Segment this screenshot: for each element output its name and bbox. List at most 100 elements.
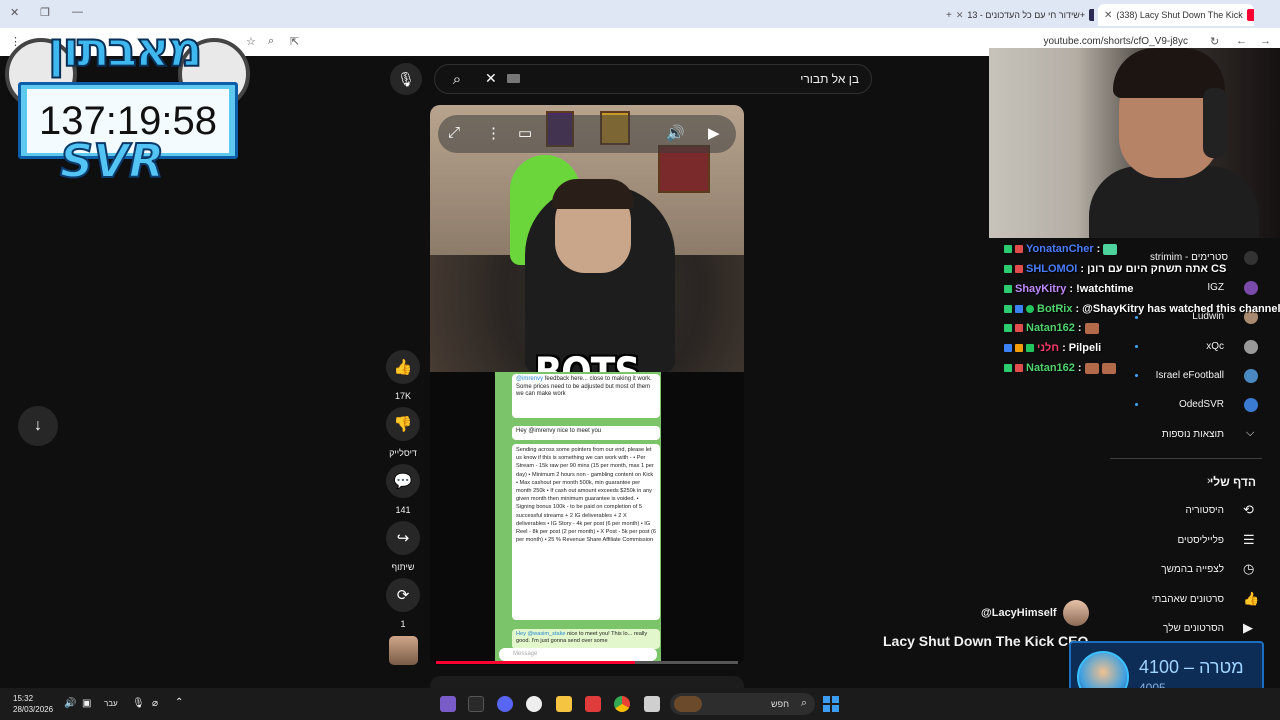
live-dot bbox=[1135, 403, 1138, 406]
show-more-button[interactable]: תוצאות נוספות bbox=[1162, 429, 1224, 440]
close-tab-icon[interactable]: ✕ bbox=[956, 10, 964, 21]
chat-bubble: Hey @imrenvy nice to meet you bbox=[512, 426, 660, 440]
like-icon[interactable]: 👍 bbox=[386, 350, 420, 384]
sidebar-item-liked[interactable]: סרטונים שאהבתי bbox=[1152, 594, 1224, 605]
restore-window-icon[interactable]: ❐ bbox=[40, 6, 50, 19]
more-options-icon[interactable]: ⋮ bbox=[486, 124, 501, 142]
play-icon[interactable]: ▶ bbox=[708, 124, 720, 142]
language-indicator[interactable]: עבר bbox=[104, 699, 118, 708]
channel-avatar bbox=[1244, 340, 1258, 354]
comments-button[interactable]: 💬 141 bbox=[386, 464, 420, 515]
taskbar-time[interactable]: 15:32 bbox=[13, 694, 33, 703]
channel-row[interactable]: @LacyHimself bbox=[981, 600, 1089, 626]
mic-tray-icon[interactable]: 🎙 bbox=[132, 698, 145, 709]
progress-fill bbox=[436, 661, 636, 664]
channel-avatar[interactable] bbox=[1062, 600, 1089, 626]
kick-badge-icon bbox=[1004, 305, 1012, 313]
sidebar-item-history[interactable]: היסטוריה bbox=[1186, 505, 1225, 516]
sidebar-item-playlists[interactable]: פלייליסטים bbox=[1177, 535, 1224, 546]
windows-start-icon[interactable] bbox=[823, 696, 839, 712]
sidebar-item-odedsvr[interactable]: OdedSVR bbox=[1179, 399, 1224, 410]
tab-live[interactable]: + ✕ שידור חי עם כל העדכונים - 13+ bbox=[940, 4, 1094, 26]
share-icon[interactable]: ↪ bbox=[386, 521, 420, 555]
close-tab-icon[interactable]: ✕ bbox=[1104, 10, 1112, 21]
kick-badge-icon bbox=[1004, 245, 1012, 253]
next-short-button[interactable]: ↓ bbox=[18, 406, 58, 446]
tab-title: שידור חי עם כל העדכונים - 13+ bbox=[967, 10, 1086, 20]
close-window-icon[interactable]: ✕ bbox=[10, 6, 19, 19]
share-label: שיתוף bbox=[391, 562, 415, 572]
sidebar-item-strimim[interactable]: strimim - סטרימים bbox=[1150, 252, 1228, 263]
channel-avatar bbox=[1244, 398, 1258, 412]
discord-icon[interactable] bbox=[497, 696, 513, 712]
search-box[interactable]: ⌕ ✕ בן אל תבורי bbox=[434, 64, 872, 94]
calculator-icon[interactable] bbox=[440, 696, 456, 712]
tray-chevron-up-icon[interactable]: ⌃ bbox=[175, 697, 183, 708]
youtube-icon bbox=[1246, 9, 1254, 21]
zoom-icon[interactable]: ⌕ bbox=[268, 35, 274, 48]
gem-badge-icon bbox=[1004, 344, 1012, 352]
message-field: Message bbox=[499, 648, 657, 661]
dislike-icon[interactable]: 👎 bbox=[386, 407, 420, 441]
network-icon[interactable]: ⌀ bbox=[152, 698, 158, 709]
file-explorer-icon[interactable] bbox=[556, 696, 572, 712]
keyboard-icon[interactable] bbox=[507, 74, 520, 83]
sidebar-item-watch-later[interactable]: לצפייה בהמשך bbox=[1161, 564, 1224, 575]
window-app-icon[interactable] bbox=[644, 696, 660, 712]
sidebar-you-header[interactable]: הדף שלי bbox=[1210, 475, 1256, 489]
comment-icon[interactable]: 💬 bbox=[386, 464, 420, 498]
video-progress-bar[interactable] bbox=[436, 661, 738, 664]
headset-graphic bbox=[1203, 88, 1227, 158]
video-frame: ⤢ ⋮ ▭ 🔊 ▶ bbox=[430, 105, 744, 372]
terminal-icon[interactable] bbox=[468, 696, 484, 712]
forward-icon[interactable]: → bbox=[1260, 35, 1271, 47]
remix-button[interactable]: ⟳ 1 bbox=[386, 578, 420, 629]
volume-icon[interactable]: 🔊 bbox=[666, 124, 685, 142]
app-icon[interactable] bbox=[585, 696, 601, 712]
bookmark-star-icon[interactable]: ☆ bbox=[246, 35, 256, 48]
rocket-badge-icon bbox=[1015, 344, 1023, 352]
live-dot bbox=[1135, 345, 1138, 348]
chevron-down-icon[interactable]: ⌵ bbox=[1246, 427, 1254, 440]
share-page-icon[interactable]: ⇱ bbox=[290, 35, 299, 48]
chrome-icon[interactable] bbox=[614, 696, 630, 712]
media-player-icon[interactable] bbox=[526, 696, 542, 712]
emote-icon bbox=[1084, 362, 1099, 374]
sidebar-item-xqc[interactable]: xQc bbox=[1206, 341, 1224, 352]
display-icon[interactable]: ▣ bbox=[82, 698, 91, 709]
chat-message: ShayKitry : !watchtime bbox=[1004, 283, 1134, 295]
taskbar-date[interactable]: 28/03/2026 bbox=[13, 705, 53, 714]
captions-icon[interactable]: ▭ bbox=[518, 124, 532, 142]
chat-bubble: Sending across some pointers from our en… bbox=[512, 444, 660, 620]
fullscreen-icon[interactable]: ⤢ bbox=[448, 124, 460, 141]
site-favicon-icon bbox=[1089, 9, 1094, 21]
sidebar-item-igz[interactable]: IGZ bbox=[1207, 282, 1224, 293]
search-input[interactable]: בן אל תבורי bbox=[800, 72, 859, 86]
url-text[interactable]: youtube.com/shorts/cfO_V9-j8yc bbox=[1043, 36, 1188, 47]
remix-icon[interactable]: ⟳ bbox=[386, 578, 420, 612]
like-button[interactable]: 👍 17K bbox=[386, 350, 420, 401]
kick-badge-icon bbox=[1004, 265, 1012, 273]
search-button[interactable]: ⌕ bbox=[435, 65, 479, 93]
sidebar-item-israel-efootball[interactable]: Israel eFootball bbox=[1156, 370, 1224, 381]
audio-avatar[interactable] bbox=[389, 636, 418, 665]
voice-search-button[interactable]: 🎙 bbox=[390, 63, 422, 95]
reload-icon[interactable]: ↻ bbox=[1210, 35, 1219, 48]
dislike-button[interactable]: 👎 דיסלייק bbox=[386, 407, 420, 458]
clear-search-icon[interactable]: ✕ bbox=[485, 70, 497, 87]
sidebar-item-your-videos[interactable]: הסרטונים שלך bbox=[1163, 623, 1224, 634]
live-dot bbox=[1135, 316, 1138, 319]
taskbar-search[interactable]: חפש ⌕ bbox=[670, 693, 815, 715]
channel-name[interactable]: @LacyHimself bbox=[981, 607, 1057, 619]
back-icon[interactable]: ← bbox=[1236, 35, 1247, 47]
short-video-player[interactable]: ⤢ ⋮ ▭ 🔊 ▶ BOTS @imrenvy feedback here...… bbox=[430, 105, 744, 665]
share-button[interactable]: ↪ שיתוף bbox=[386, 521, 420, 572]
remix-count: 1 bbox=[400, 619, 406, 629]
like-count: 17K bbox=[394, 391, 411, 401]
speaker-icon[interactable]: 🔊 bbox=[64, 698, 76, 709]
add-tab-icon[interactable]: + bbox=[946, 10, 952, 21]
minimize-window-icon[interactable]: — bbox=[72, 6, 83, 18]
chevron-right-icon[interactable]: › bbox=[1207, 475, 1211, 487]
tab-active[interactable]: ✕ (338) Lacy Shut Down The Kick bbox=[1098, 4, 1254, 26]
overlay-title: מאבתון bbox=[47, 21, 204, 79]
